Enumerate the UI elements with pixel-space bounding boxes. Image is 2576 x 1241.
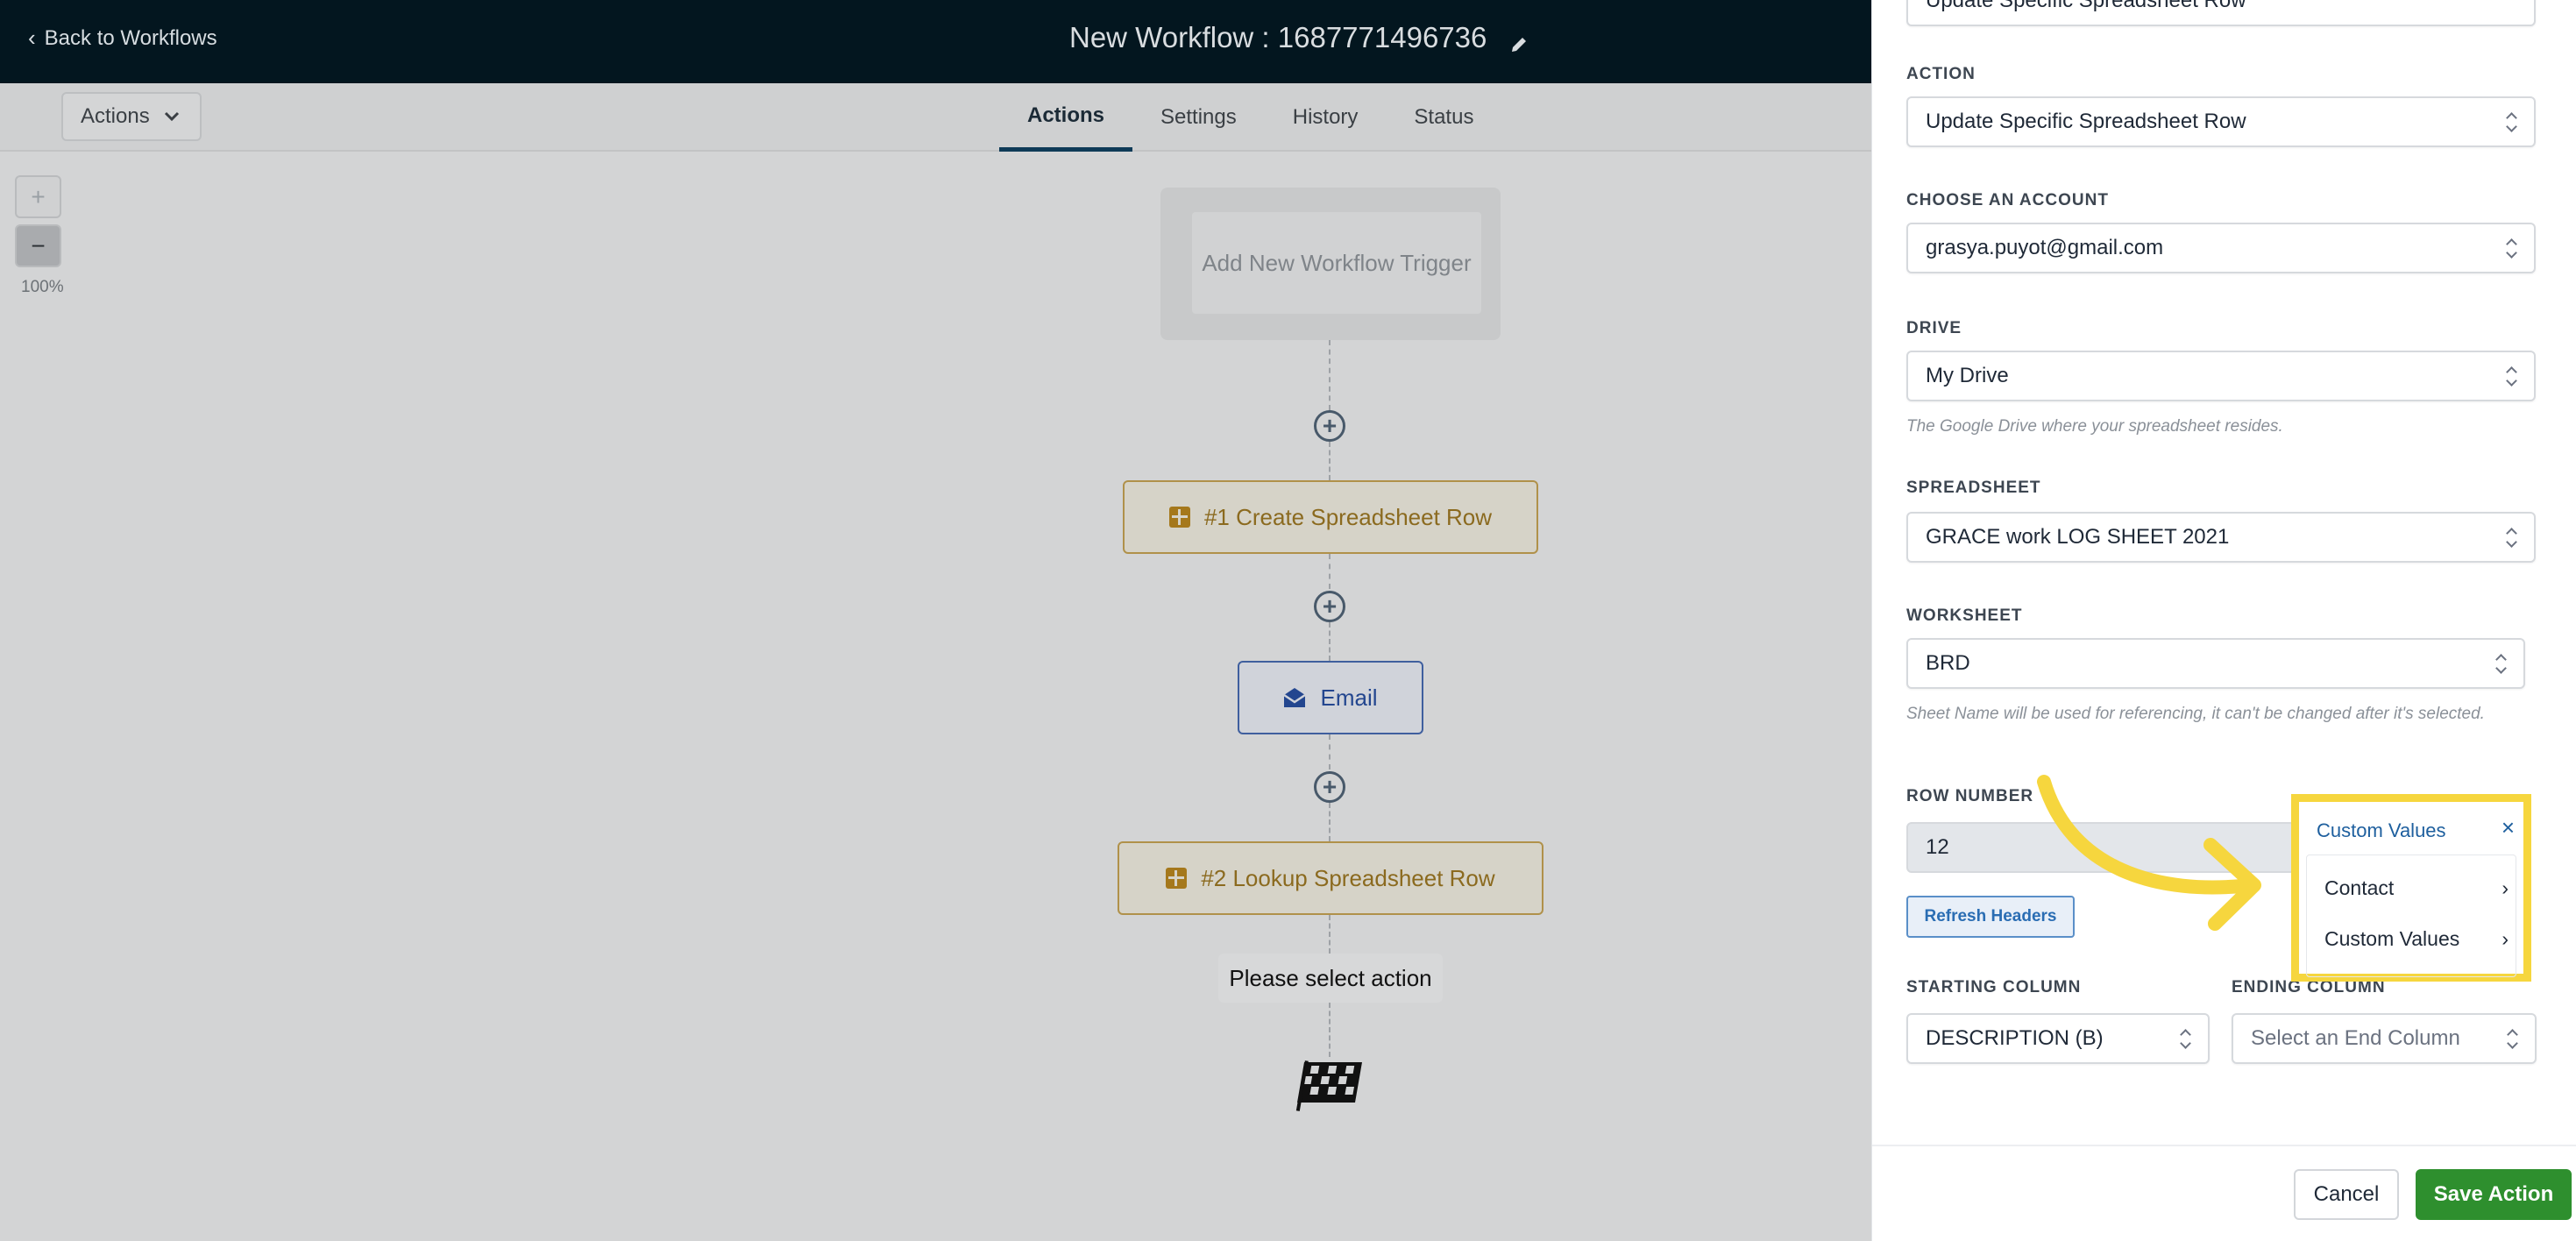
select-value: GRACE work LOG SHEET 2021 bbox=[1926, 525, 2230, 549]
workflow-title: New Workflow : 1687771496736 bbox=[1069, 21, 1529, 54]
up-down-chevron-icon bbox=[2506, 526, 2518, 550]
curved-arrow-icon bbox=[2037, 775, 2261, 931]
add-step-plus-icon[interactable]: + bbox=[1314, 771, 1345, 803]
spreadsheet-icon bbox=[1168, 507, 1190, 528]
pencil-edit-icon[interactable] bbox=[1509, 28, 1529, 52]
connector-line bbox=[1329, 442, 1331, 480]
add-step-plus-icon[interactable]: + bbox=[1314, 410, 1345, 442]
add-trigger-button[interactable]: Add New Workflow Trigger bbox=[1192, 212, 1481, 314]
panel-footer: Cancel Save Action bbox=[1872, 1145, 2576, 1241]
menu-item-label: Custom Values bbox=[2324, 927, 2460, 950]
select-value: DESCRIPTION (B) bbox=[1926, 1026, 2104, 1050]
account-select[interactable]: grasya.puyot@gmail.com bbox=[1906, 223, 2536, 273]
starting-column-select[interactable]: DESCRIPTION (B) bbox=[1906, 1013, 2210, 1064]
node-lookup-spreadsheet-row[interactable]: #2 Lookup Spreadsheet Row bbox=[1118, 841, 1543, 915]
connector-line bbox=[1329, 803, 1331, 841]
menu-item-custom-values[interactable]: Custom Values › bbox=[2324, 927, 2509, 951]
connector-line bbox=[1329, 554, 1331, 589]
row-number-label: ROW NUMBER bbox=[1906, 787, 2034, 805]
action-label: ACTION bbox=[1906, 65, 1976, 83]
select-value: Update Specific Spreadsheet Row bbox=[1926, 0, 2246, 12]
drive-select[interactable]: My Drive bbox=[1906, 351, 2536, 401]
add-step-plus-icon[interactable]: + bbox=[1314, 591, 1345, 622]
node-create-spreadsheet-row[interactable]: #1 Create Spreadsheet Row bbox=[1123, 480, 1538, 554]
drive-help-text: The Google Drive where your spreadsheet … bbox=[1906, 417, 2283, 436]
checkered-flag-icon bbox=[1295, 1060, 1362, 1111]
select-value: Update Specific Spreadsheet Row bbox=[1926, 110, 2246, 133]
up-down-chevron-icon bbox=[2495, 652, 2508, 677]
select-value: My Drive bbox=[1926, 364, 2009, 387]
save-action-button[interactable]: Save Action bbox=[2416, 1169, 2572, 1220]
select-value: BRD bbox=[1926, 651, 1970, 675]
spreadsheet-select[interactable]: GRACE work LOG SHEET 2021 bbox=[1906, 512, 2536, 563]
envelope-icon bbox=[1283, 687, 1307, 708]
zoom-in-button[interactable]: + bbox=[15, 175, 61, 218]
zoom-level: 100% bbox=[21, 278, 64, 296]
connector-line bbox=[1329, 622, 1331, 661]
connector-line bbox=[1329, 1003, 1331, 1057]
tab-settings[interactable]: Settings bbox=[1132, 83, 1265, 152]
worksheet-help-text: Sheet Name will be used for referencing,… bbox=[1906, 705, 2485, 723]
worksheet-select[interactable]: BRD bbox=[1906, 638, 2525, 689]
tab-status[interactable]: Status bbox=[1386, 83, 1501, 152]
up-down-chevron-icon bbox=[2506, 365, 2518, 389]
account-label: CHOOSE AN ACCOUNT bbox=[1906, 191, 2109, 209]
workflow-title-text: New Workflow : 1687771496736 bbox=[1069, 21, 1487, 53]
up-down-chevron-icon bbox=[2180, 1027, 2192, 1052]
workflow-toolbar: Actions Actions Settings History Status bbox=[0, 83, 1871, 152]
zoom-out-button[interactable]: − bbox=[15, 224, 61, 267]
back-link-label: Back to Workflows bbox=[44, 25, 217, 50]
worksheet-label: WORKSHEET bbox=[1906, 606, 2023, 625]
custom-values-popover: Custom Values × Contact › Custom Values … bbox=[2291, 794, 2531, 982]
top-bar: ‹ Back to Workflows New Workflow : 16877… bbox=[0, 0, 1871, 83]
ending-column-select[interactable]: Select an End Column bbox=[2232, 1013, 2537, 1064]
action-settings-panel: Update Specific Spreadsheet Row ACTION U… bbox=[1871, 0, 2576, 1241]
chevron-down-icon bbox=[164, 111, 179, 122]
menu-item-label: Contact bbox=[2324, 876, 2395, 899]
actions-dropdown[interactable]: Actions bbox=[61, 92, 202, 141]
connector-line bbox=[1329, 915, 1331, 954]
action-type-select[interactable]: Update Specific Spreadsheet Row bbox=[1906, 0, 2536, 26]
connector-line bbox=[1329, 734, 1331, 769]
popover-title: Custom Values bbox=[2317, 819, 2446, 841]
select-placeholder: Select an End Column bbox=[2251, 1026, 2460, 1050]
starting-column-label: STARTING COLUMN bbox=[1906, 978, 2082, 996]
up-down-chevron-icon bbox=[2507, 1027, 2519, 1052]
up-down-chevron-icon bbox=[2506, 237, 2518, 261]
spreadsheet-icon bbox=[1166, 868, 1188, 889]
chevron-left-icon: ‹ bbox=[28, 25, 36, 51]
back-to-workflows-link[interactable]: ‹ Back to Workflows bbox=[28, 25, 217, 52]
select-action-placeholder[interactable]: Please select action bbox=[1218, 954, 1443, 1003]
node-label: #2 Lookup Spreadsheet Row bbox=[1201, 864, 1495, 891]
menu-item-contact[interactable]: Contact › bbox=[2324, 876, 2509, 900]
tab-actions[interactable]: Actions bbox=[999, 83, 1133, 152]
action-select[interactable]: Update Specific Spreadsheet Row bbox=[1906, 96, 2536, 147]
actions-dropdown-label: Actions bbox=[81, 104, 150, 128]
chevron-right-icon: › bbox=[2501, 927, 2509, 950]
tab-history[interactable]: History bbox=[1265, 83, 1387, 152]
chevron-right-icon: › bbox=[2501, 876, 2509, 899]
up-down-chevron-icon bbox=[2506, 110, 2518, 135]
close-icon[interactable]: × bbox=[2501, 814, 2515, 841]
node-email[interactable]: Email bbox=[1238, 661, 1423, 734]
select-value: grasya.puyot@gmail.com bbox=[1926, 236, 2164, 259]
connector-line bbox=[1329, 340, 1331, 410]
spreadsheet-label: SPREADSHEET bbox=[1906, 479, 2041, 497]
node-label: Email bbox=[1320, 684, 1378, 711]
tab-bar: Actions Settings History Status bbox=[999, 83, 1501, 152]
cancel-button[interactable]: Cancel bbox=[2294, 1169, 2399, 1220]
popover-menu: Contact › Custom Values › bbox=[2306, 855, 2516, 977]
drive-label: DRIVE bbox=[1906, 319, 1962, 337]
node-label: #1 Create Spreadsheet Row bbox=[1203, 503, 1493, 530]
